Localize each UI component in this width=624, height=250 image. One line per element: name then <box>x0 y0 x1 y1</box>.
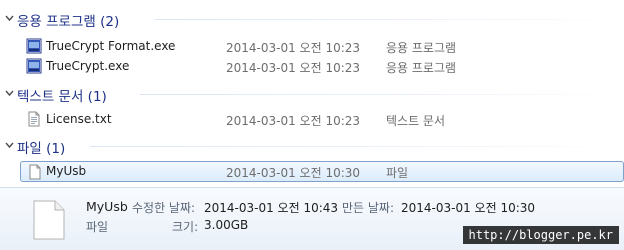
list-item-truecrypt[interactable]: TrueCrypt.exe 2014-03-01 오전 10:23 응용 프로그… <box>20 56 624 77</box>
file-type: 응용 프로그램 <box>386 41 457 55</box>
chevron-down-icon[interactable] <box>5 90 14 97</box>
blank-file-icon <box>29 164 41 180</box>
file-date: 2014-03-01 오전 10:23 <box>226 114 361 128</box>
file-type: 응용 프로그램 <box>386 61 457 75</box>
modified-date-label: 수정한 날짜: <box>132 201 196 215</box>
group-divider <box>90 146 624 147</box>
size-label: 크기: <box>172 220 199 234</box>
group-divider <box>140 94 624 95</box>
list-item-truecrypt-format[interactable]: TrueCrypt Format.exe 2014-03-01 오전 10:23… <box>20 36 624 57</box>
modified-date-value: 2014-03-01 오전 10:43 <box>204 201 339 215</box>
file-list: 응용 프로그램 (2) TrueCrypt Format.exe 2014-03… <box>0 0 624 187</box>
created-date-value: 2014-03-01 오전 10:30 <box>401 201 536 215</box>
group-divider <box>155 19 624 20</box>
file-type: 텍스트 문서 <box>386 114 446 128</box>
group-header-text-documents[interactable]: 텍스트 문서 (1) <box>0 83 624 105</box>
list-item-myusb[interactable]: MyUsb 2014-03-01 오전 10:30 파일 <box>20 161 624 182</box>
group-header-applications[interactable]: 응용 프로그램 (2) <box>0 8 624 30</box>
exe-icon <box>26 38 42 54</box>
file-type: 파일 <box>386 166 409 180</box>
chevron-down-icon[interactable] <box>5 15 14 22</box>
file-date: 2014-03-01 오전 10:23 <box>226 61 361 75</box>
exe-icon <box>26 58 42 74</box>
file-name: TrueCrypt Format.exe <box>46 39 176 53</box>
group-title: 응용 프로그램 (2) <box>17 14 120 30</box>
file-date: 2014-03-01 오전 10:30 <box>226 166 361 180</box>
file-name: License.txt <box>46 112 112 126</box>
created-date-label: 만든 날짜: <box>342 201 395 215</box>
group-title: 텍스트 문서 (1) <box>17 89 107 105</box>
chevron-down-icon[interactable] <box>5 142 14 149</box>
blank-file-icon <box>33 200 65 240</box>
details-file-type: 파일 <box>86 220 109 234</box>
list-item-license[interactable]: License.txt 2014-03-01 오전 10:23 텍스트 문서 <box>20 109 624 130</box>
group-header-files[interactable]: 파일 (1) <box>0 135 624 157</box>
group-title: 파일 (1) <box>17 141 66 157</box>
text-file-icon <box>28 111 40 127</box>
details-file-name: MyUsb <box>86 199 128 214</box>
size-value: 3.00GB <box>204 218 249 232</box>
watermark: http://blogger.pe.kr <box>462 226 619 244</box>
file-name: MyUsb <box>46 164 87 178</box>
file-name: TrueCrypt.exe <box>46 59 130 73</box>
file-date: 2014-03-01 오전 10:23 <box>226 41 361 55</box>
